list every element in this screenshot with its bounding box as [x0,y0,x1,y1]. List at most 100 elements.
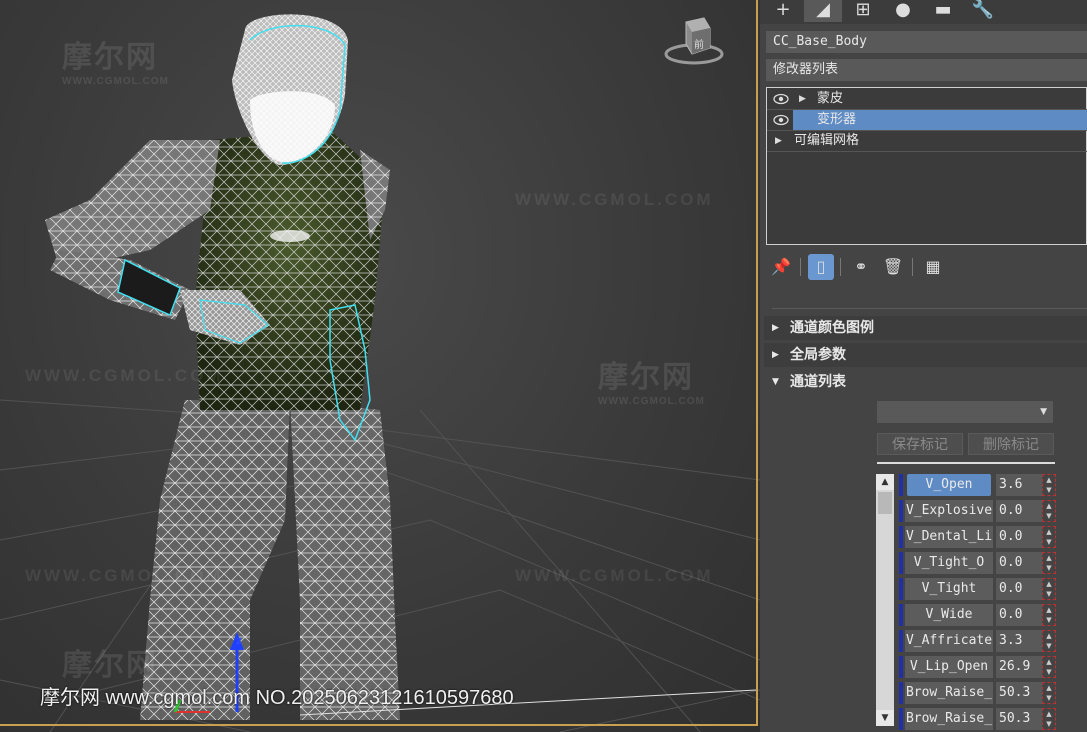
modifier-stack[interactable]: ▶ 蒙皮 变形器 ▶ 可编辑网格 [766,87,1087,245]
channel-row[interactable]: V_Explosive 0.0 ▲ ▼ [899,499,1059,523]
spinner-arrows-icon[interactable]: ▲ ▼ [1042,552,1056,574]
utilities-tab[interactable]: 🔧 [964,0,1002,22]
channel-name-button[interactable]: Brow_Raise_ [905,682,993,704]
channel-name-button[interactable]: V_Tight [905,578,993,600]
channel-name-button[interactable]: V_Affricate [905,630,993,652]
show-end-result-button[interactable]: ▯ [808,254,834,280]
stack-item-label: 可编辑网格 [794,133,860,148]
marker-dropdown[interactable]: ▼ [877,401,1053,423]
channel-value-field[interactable]: 0.0 [996,526,1042,548]
command-panel-tabs: + ◢ ⊞ ● ▬ 🔧 [760,0,1087,24]
stack-item-morpher[interactable]: 变形器 [767,110,1087,131]
channel-scrollbar[interactable]: ▲ ▼ [876,474,894,726]
channel-row[interactable]: Brow_Raise_ 50.3 ▲ ▼ [899,707,1059,731]
rollout-channel-list[interactable]: ▼ 通道列表 [764,370,1087,394]
svg-text:z: z [236,634,242,647]
channel-row[interactable]: V_Dental_Li 0.0 ▲ ▼ [899,525,1059,549]
channel-value-field[interactable]: 0.0 [996,578,1042,600]
panel-divider[interactable] [772,308,1087,309]
channel-row[interactable]: V_Lip_Open 26.9 ▲ ▼ [899,655,1059,679]
hierarchy-icon: ⊞ [855,0,871,20]
channel-name-button[interactable]: V_Tight_O [905,552,993,574]
display-icon: ▬ [934,0,952,20]
hierarchy-tab[interactable]: ⊞ [844,0,882,22]
channel-row[interactable]: Brow_Raise_ 50.3 ▲ ▼ [899,681,1059,705]
channel-row[interactable]: V_Affricate 3.3 ▲ ▼ [899,629,1059,653]
modify-tab[interactable]: ◢ [804,0,842,22]
watermark-url-3: WWW.CGMOL.COM [515,566,714,585]
remove-modifier-button[interactable]: 🗑 [880,254,906,280]
channel-row[interactable]: V_Open 3.6 ▲ ▼ [899,473,1059,497]
scroll-thumb[interactable] [878,492,892,514]
spinner-arrows-icon[interactable]: ▲ ▼ [1042,656,1056,678]
channel-row[interactable]: V_Tight_O 0.0 ▲ ▼ [899,551,1059,575]
scroll-up-arrow-icon[interactable]: ▲ [876,474,894,490]
footer-watermark: 摩尔网 www.cgmol.com NO.2025062312161059768… [40,687,514,709]
channel-name-button[interactable]: V_Wide [905,604,993,626]
channel-value-field[interactable]: 3.3 [996,630,1042,652]
channel-name-button[interactable]: V_Dental_Li [905,526,993,548]
stack-toolbar: 📌 ▯ ⚭ 🗑 ▦ [766,252,1087,282]
spinner-arrows-icon[interactable]: ▲ ▼ [1042,708,1056,730]
spinner-arrows-icon[interactable]: ▲ ▼ [1042,682,1056,704]
rollout-label: 通道列表 [790,374,846,390]
expand-triangle-icon: ▶ [772,350,779,360]
channel-value-field[interactable]: 0.0 [996,552,1042,574]
rollout-label: 通道颜色图例 [790,320,874,336]
3d-viewport[interactable]: z 摩尔网 WWW.CGMOL.COM 摩尔网 WWW.CGMOL.COM 摩尔… [0,0,760,732]
channel-value-field[interactable]: 0.0 [996,604,1042,626]
modifier-list-dropdown[interactable]: 修改器列表 [766,59,1087,81]
spinner-arrows-icon[interactable]: ▲ ▼ [1042,474,1056,496]
channel-row[interactable]: V_Tight 0.0 ▲ ▼ [899,577,1059,601]
channel-value-field[interactable]: 3.6 [996,474,1042,496]
pin-stack-button[interactable]: 📌 [768,254,794,280]
configure-icon: ▦ [925,257,941,276]
spinner-arrows-icon[interactable]: ▲ ▼ [1042,526,1056,548]
spinner-arrows-icon[interactable]: ▲ ▼ [1042,604,1056,626]
watermark-brand-3: 摩尔网 [62,649,158,682]
configure-modifier-sets-button[interactable]: ▦ [920,254,946,280]
stack-item-editable-mesh[interactable]: ▶ 可编辑网格 [767,131,1087,152]
eye-icon[interactable] [773,93,789,105]
motion-tab[interactable]: ● [884,0,922,22]
spinner-arrows-icon[interactable]: ▲ ▼ [1042,578,1056,600]
channel-value-field[interactable]: 50.3 [996,682,1042,704]
end-result-icon: ▯ [816,257,826,276]
spinner-arrows-icon[interactable]: ▲ ▼ [1042,630,1056,652]
expand-triangle-icon[interactable]: ▶ [775,131,782,151]
stack-item-skin[interactable]: ▶ 蒙皮 [767,89,1087,110]
eye-icon[interactable] [773,114,789,126]
command-panel: + ◢ ⊞ ● ▬ 🔧 CC_Base_Body 修改器列表 ▶ 蒙皮 变形器 … [760,0,1087,732]
expand-triangle-icon[interactable]: ▶ [799,89,806,109]
chevron-down-icon: ▼ [1040,407,1047,417]
channel-name-button[interactable]: V_Explosive [905,500,993,522]
channel-value-field[interactable]: 50.3 [996,708,1042,730]
channel-name-button[interactable]: V_Lip_Open [905,656,993,678]
channel-value-field[interactable]: 0.0 [996,500,1042,522]
make-unique-button[interactable]: ⚭ [848,254,874,280]
motion-icon: ● [895,0,911,20]
rollout-global-params[interactable]: ▶ 全局参数 [764,343,1087,367]
make-unique-icon: ⚭ [854,257,868,276]
spinner-arrows-icon[interactable]: ▲ ▼ [1042,500,1056,522]
rollout-channel-color-legend[interactable]: ▶ 通道颜色图例 [764,316,1087,340]
create-tab[interactable]: + [764,0,802,22]
display-tab[interactable]: ▬ [924,0,962,22]
save-marker-button[interactable]: 保存标记 [877,433,963,455]
create-icon: + [775,0,791,20]
channel-name-button[interactable]: V_Open [907,474,991,496]
watermark-url-4: WWW.CGMOL.COM [25,566,224,585]
watermark-url-2: WWW.CGMOL.COM [25,366,224,385]
utilities-icon: 🔧 [971,0,995,20]
channel-value-field[interactable]: 26.9 [996,656,1042,678]
svg-text:前: 前 [694,38,704,51]
channel-name-button[interactable]: Brow_Raise_ [905,708,993,730]
stack-item-label: 变形器 [817,112,857,127]
object-name-field[interactable]: CC_Base_Body [766,31,1087,53]
delete-marker-button[interactable]: 删除标记 [968,433,1054,455]
expand-triangle-icon: ▶ [772,323,779,333]
channel-row[interactable]: V_Wide 0.0 ▲ ▼ [899,603,1059,627]
scroll-down-arrow-icon[interactable]: ▼ [876,710,894,726]
viewcube-icon: 前 [664,17,724,65]
viewcube[interactable]: 前 [664,14,724,70]
